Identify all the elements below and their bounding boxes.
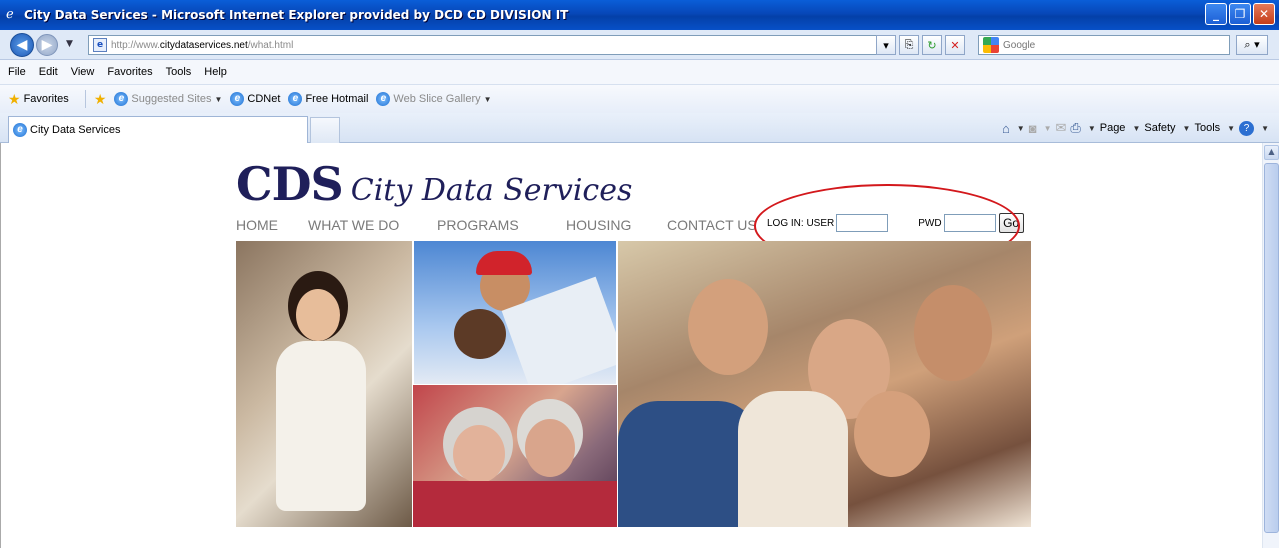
favorites-label: Favorites <box>23 93 69 105</box>
fav-label: Free Hotmail <box>305 93 369 105</box>
new-tab-button[interactable] <box>310 117 340 143</box>
chevron-down-icon: ▼ <box>483 94 492 104</box>
scroll-thumb[interactable] <box>1264 163 1279 533</box>
google-icon <box>983 37 999 53</box>
fav-cdnet[interactable]: e CDNet <box>230 92 280 106</box>
print-icon[interactable]: ⎙ <box>1070 120 1080 136</box>
address-toolbar: ◀ ▶ ▼ e http://www.citydataservices.net/… <box>0 30 1279 60</box>
dress-shape <box>276 341 366 511</box>
tab-label: City Data Services <box>30 124 121 136</box>
photo-boys <box>414 241 616 384</box>
menu-favorites[interactable]: Favorites <box>107 66 152 78</box>
stop-icon[interactable]: ✕ <box>945 35 965 55</box>
refresh-icon[interactable]: ↻ <box>922 35 942 55</box>
photo-elderly-couple <box>413 385 617 527</box>
mail-icon[interactable]: ✉ <box>1056 120 1067 136</box>
minimize-button[interactable]: _ <box>1205 3 1227 25</box>
help-icon[interactable]: ? <box>1239 120 1255 136</box>
chevron-down-icon: ▼ <box>1182 123 1191 133</box>
chevron-down-icon[interactable]: ▼ <box>1088 124 1096 133</box>
ie-page-icon: e <box>230 92 245 106</box>
jeans-shape <box>618 401 758 527</box>
face-shape <box>854 391 930 477</box>
ie-logo-icon: ℯ <box>6 7 14 22</box>
chevron-down-icon: ▼ <box>214 94 223 104</box>
face-shape <box>296 289 340 341</box>
command-bar: ⌂ ▼ ◙ ▼ ✉ ⎙ ▼ Page ▼ Safety ▼ Tools ▼ ? … <box>1002 120 1269 136</box>
face-shape <box>454 309 506 359</box>
back-button[interactable]: ◀ <box>10 33 34 57</box>
ie-page-icon: e <box>288 92 303 106</box>
window-controls: _ ❐ ✕ <box>1205 3 1275 25</box>
nav-programs[interactable]: PROGRAMS <box>437 217 519 233</box>
address-bar-buttons: ▾ ⎘ ↻ ✕ <box>876 35 965 55</box>
ie-page-icon: e <box>13 123 27 137</box>
nav-housing[interactable]: HOUSING <box>566 217 631 233</box>
safety-menu[interactable]: Safety <box>1144 122 1175 134</box>
photo-girl <box>236 241 412 527</box>
page-menu[interactable]: Page <box>1100 122 1126 134</box>
search-input[interactable] <box>1003 39 1203 51</box>
star-icon: ★ <box>8 90 21 107</box>
nav-contact-us[interactable]: CONTACT US <box>667 217 757 233</box>
fav-web-slice-gallery[interactable]: e Web Slice Gallery ▼ <box>376 92 492 106</box>
search-field[interactable] <box>978 35 1230 55</box>
tab-bar: e City Data Services ⌂ ▼ ◙ ▼ ✉ ⎙ ▼ Page … <box>0 113 1279 143</box>
forward-button[interactable]: ▶ <box>36 34 58 56</box>
chevron-down-icon[interactable]: ▼ <box>1017 124 1025 133</box>
shirt-shape <box>738 391 848 527</box>
nav-what-we-do[interactable]: WHAT WE DO <box>308 217 399 233</box>
menu-view[interactable]: View <box>71 66 95 78</box>
fav-free-hotmail[interactable]: e Free Hotmail <box>288 92 368 106</box>
add-favorite-icon[interactable]: ★ <box>94 91 107 108</box>
close-button[interactable]: ✕ <box>1253 3 1275 25</box>
window-title-bar: ℯ City Data Services - Microsoft Interne… <box>0 0 1279 30</box>
favorites-button[interactable]: ★ Favorites <box>8 91 69 108</box>
tools-menu[interactable]: Tools <box>1194 122 1220 134</box>
vertical-scrollbar[interactable]: ▲ <box>1262 143 1279 548</box>
fav-suggested-sites[interactable]: e Suggested Sites ▼ <box>114 92 222 106</box>
search-button[interactable]: ⌕ ▾ <box>1236 35 1268 55</box>
divider <box>84 90 86 108</box>
window-title: City Data Services - Microsoft Internet … <box>24 8 569 22</box>
history-dropdown[interactable]: ▼ <box>66 39 73 49</box>
face-shape <box>453 425 505 483</box>
tab-city-data-services[interactable]: e City Data Services <box>8 116 308 143</box>
chevron-down-icon[interactable]: ▼ <box>1044 124 1052 133</box>
home-icon[interactable]: ⌂ <box>1002 121 1010 136</box>
face-shape <box>688 279 768 375</box>
nav-home[interactable]: HOME <box>236 217 278 233</box>
menu-help[interactable]: Help <box>204 66 227 78</box>
url-text: http://www.citydataservices.net/what.htm… <box>111 39 294 51</box>
site-logo[interactable]: CDS City Data Services <box>236 157 632 211</box>
menu-bar: File Edit View Favorites Tools Help <box>0 60 1279 85</box>
menu-tools[interactable]: Tools <box>166 66 192 78</box>
chevron-down-icon: ▼ <box>1227 123 1236 133</box>
compatibility-view-icon[interactable]: ⎘ <box>899 35 919 55</box>
sweater-shape <box>413 481 617 527</box>
page-icon: e <box>93 38 107 52</box>
ie-page-icon: e <box>114 92 129 106</box>
logo-name: City Data Services <box>350 173 633 208</box>
favorites-bar: ★ Favorites ★ e Suggested Sites ▼ e CDNe… <box>0 85 1279 113</box>
scroll-up-arrow-icon[interactable]: ▲ <box>1264 145 1279 160</box>
address-field[interactable]: e http://www.citydataservices.net/what.h… <box>88 35 888 55</box>
menu-file[interactable]: File <box>8 66 26 78</box>
maximize-button[interactable]: ❐ <box>1229 3 1251 25</box>
fav-label: CDNet <box>247 93 281 105</box>
address-dropdown-icon[interactable]: ▾ <box>876 35 896 55</box>
logo-abbr: CDS <box>236 157 344 211</box>
fav-label: Suggested Sites <box>131 93 212 105</box>
ie-page-icon: e <box>376 92 391 106</box>
chevron-down-icon[interactable]: ▼ <box>1261 124 1269 133</box>
chevron-down-icon: ▼ <box>1132 123 1141 133</box>
cap-shape <box>476 251 532 275</box>
face-shape <box>525 419 575 477</box>
face-shape <box>914 285 992 381</box>
photo-group-hug <box>618 241 1031 527</box>
feeds-icon[interactable]: ◙ <box>1029 121 1037 136</box>
fav-label: Web Slice Gallery <box>393 93 481 105</box>
menu-edit[interactable]: Edit <box>39 66 58 78</box>
